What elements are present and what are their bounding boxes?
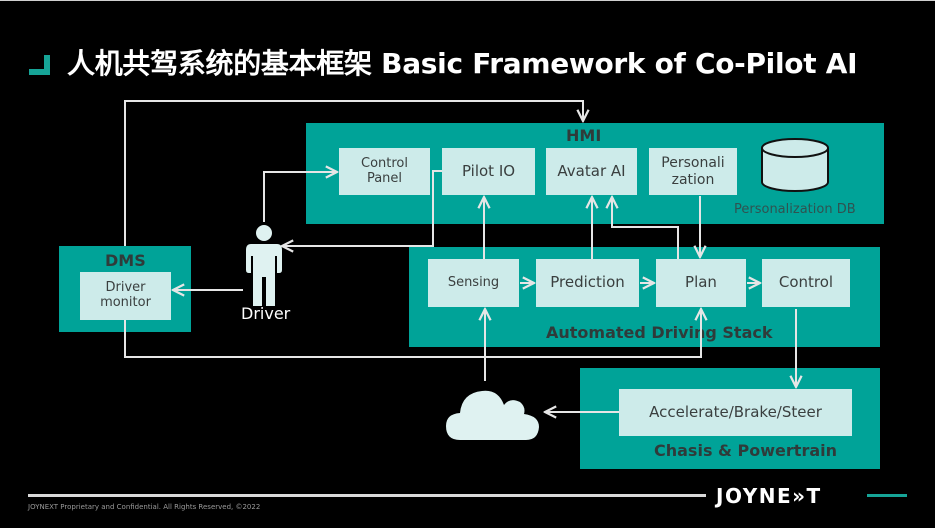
dms-label: DMS [105, 251, 146, 270]
control-panel-label: Control Panel [361, 155, 408, 186]
sensing-box[interactable]: Sensing [428, 259, 519, 307]
person-icon [246, 225, 282, 306]
top-border [0, 0, 935, 1]
ads-label: Automated Driving Stack [546, 323, 773, 342]
joynext-logo: JOYNE»T [716, 484, 822, 508]
driver-label: Driver [241, 304, 291, 323]
footer-copyright: JOYNEXT Proprietary and Confidential. Al… [28, 503, 261, 511]
title-bracket-icon [29, 55, 50, 75]
plan-box[interactable]: Plan [656, 259, 746, 307]
accelerate-brake-steer-label: Accelerate/Brake/Steer [649, 402, 822, 421]
plan-label: Plan [685, 273, 717, 292]
pilot-io-box[interactable]: Pilot IO [442, 148, 535, 195]
driver-monitor-box[interactable]: Driver monitor [80, 272, 171, 320]
footer-accent-line [867, 494, 907, 497]
accelerate-brake-steer-box[interactable]: Accelerate/Brake/Steer [619, 389, 852, 436]
personalization-label: Personali zation [661, 155, 725, 188]
hmi-label: HMI [566, 126, 602, 145]
prediction-label: Prediction [550, 273, 625, 292]
driver-monitor-label: Driver monitor [100, 280, 151, 310]
personalization-box[interactable]: Personali zation [649, 148, 737, 195]
prediction-box[interactable]: Prediction [536, 259, 639, 307]
cloud-icon [446, 390, 539, 440]
page-title: 人机共驾系统的基本框架 Basic Framework of Co-Pilot … [67, 47, 858, 80]
control-box[interactable]: Control [762, 259, 850, 307]
sensing-label: Sensing [447, 274, 500, 290]
footer-divider [28, 494, 706, 497]
avatar-ai-label: Avatar AI [557, 161, 626, 180]
pilot-io-label: Pilot IO [461, 161, 516, 180]
database-cylinder-icon [761, 138, 829, 192]
avatar-ai-box[interactable]: Avatar AI [546, 148, 637, 195]
control-panel-box[interactable]: Control Panel [339, 148, 430, 195]
control-label: Control [778, 273, 834, 292]
chassis-label: Chasis & Powertrain [654, 441, 838, 460]
personalization-db-label: Personalization DB [734, 202, 856, 217]
